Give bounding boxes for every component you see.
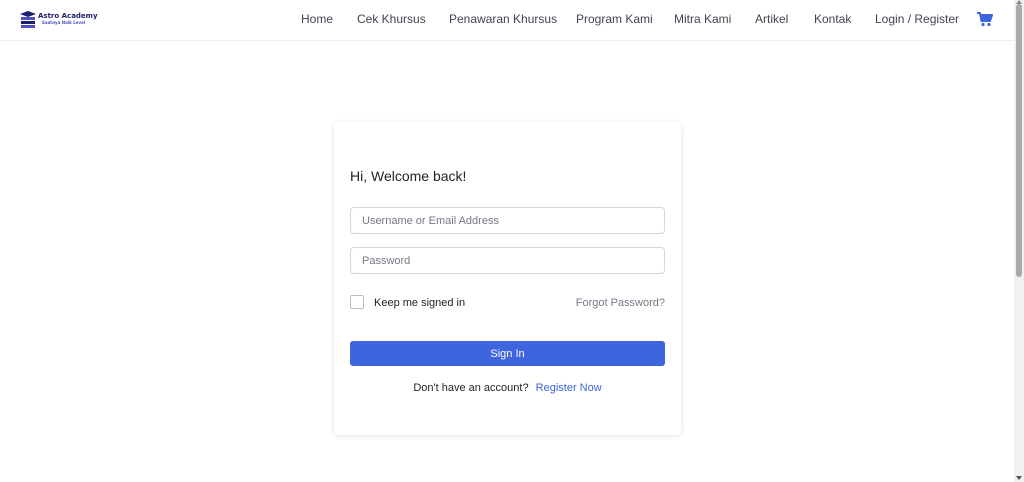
main-nav: Home Cek Khursus Penawaran Khursus Progr… <box>0 0 1014 40</box>
register-prompt: Don't have an account? Register Now <box>334 382 681 394</box>
login-card: Hi, Welcome back! Keep me signed in Forg… <box>334 122 681 435</box>
nav-home[interactable]: Home <box>301 12 333 26</box>
forgot-password-link[interactable]: Forgot Password? <box>576 297 665 309</box>
register-now-link[interactable]: Register Now <box>536 382 602 394</box>
nav-mitra-kami[interactable]: Mitra Kami <box>674 12 731 26</box>
nav-kontak[interactable]: Kontak <box>814 12 851 26</box>
shopping-cart-icon[interactable] <box>977 12 993 27</box>
no-account-text: Don't have an account? <box>413 382 529 394</box>
scrollbar-thumb[interactable] <box>1016 4 1022 277</box>
keep-signed-in-checkbox[interactable] <box>350 295 364 309</box>
nav-penawaran-khursus[interactable]: Penawaran Khursus <box>449 12 557 26</box>
username-input[interactable] <box>350 207 665 234</box>
nav-cek-khursus[interactable]: Cek Khursus <box>357 12 426 26</box>
keep-signed-in-label[interactable]: Keep me signed in <box>374 297 465 309</box>
password-input[interactable] <box>350 247 665 274</box>
scroll-down-arrow-icon[interactable] <box>1016 476 1022 480</box>
nav-program-kami[interactable]: Program Kami <box>576 12 653 26</box>
welcome-heading: Hi, Welcome back! <box>350 168 467 184</box>
nav-login-register[interactable]: Login / Register <box>875 12 959 26</box>
nav-artikel[interactable]: Artikel <box>755 12 788 26</box>
sign-in-button[interactable]: Sign In <box>350 341 665 366</box>
scrollbar[interactable] <box>1014 0 1024 482</box>
site-header: Astro Academy Saatnya Naik Level Home Ce… <box>0 0 1014 41</box>
